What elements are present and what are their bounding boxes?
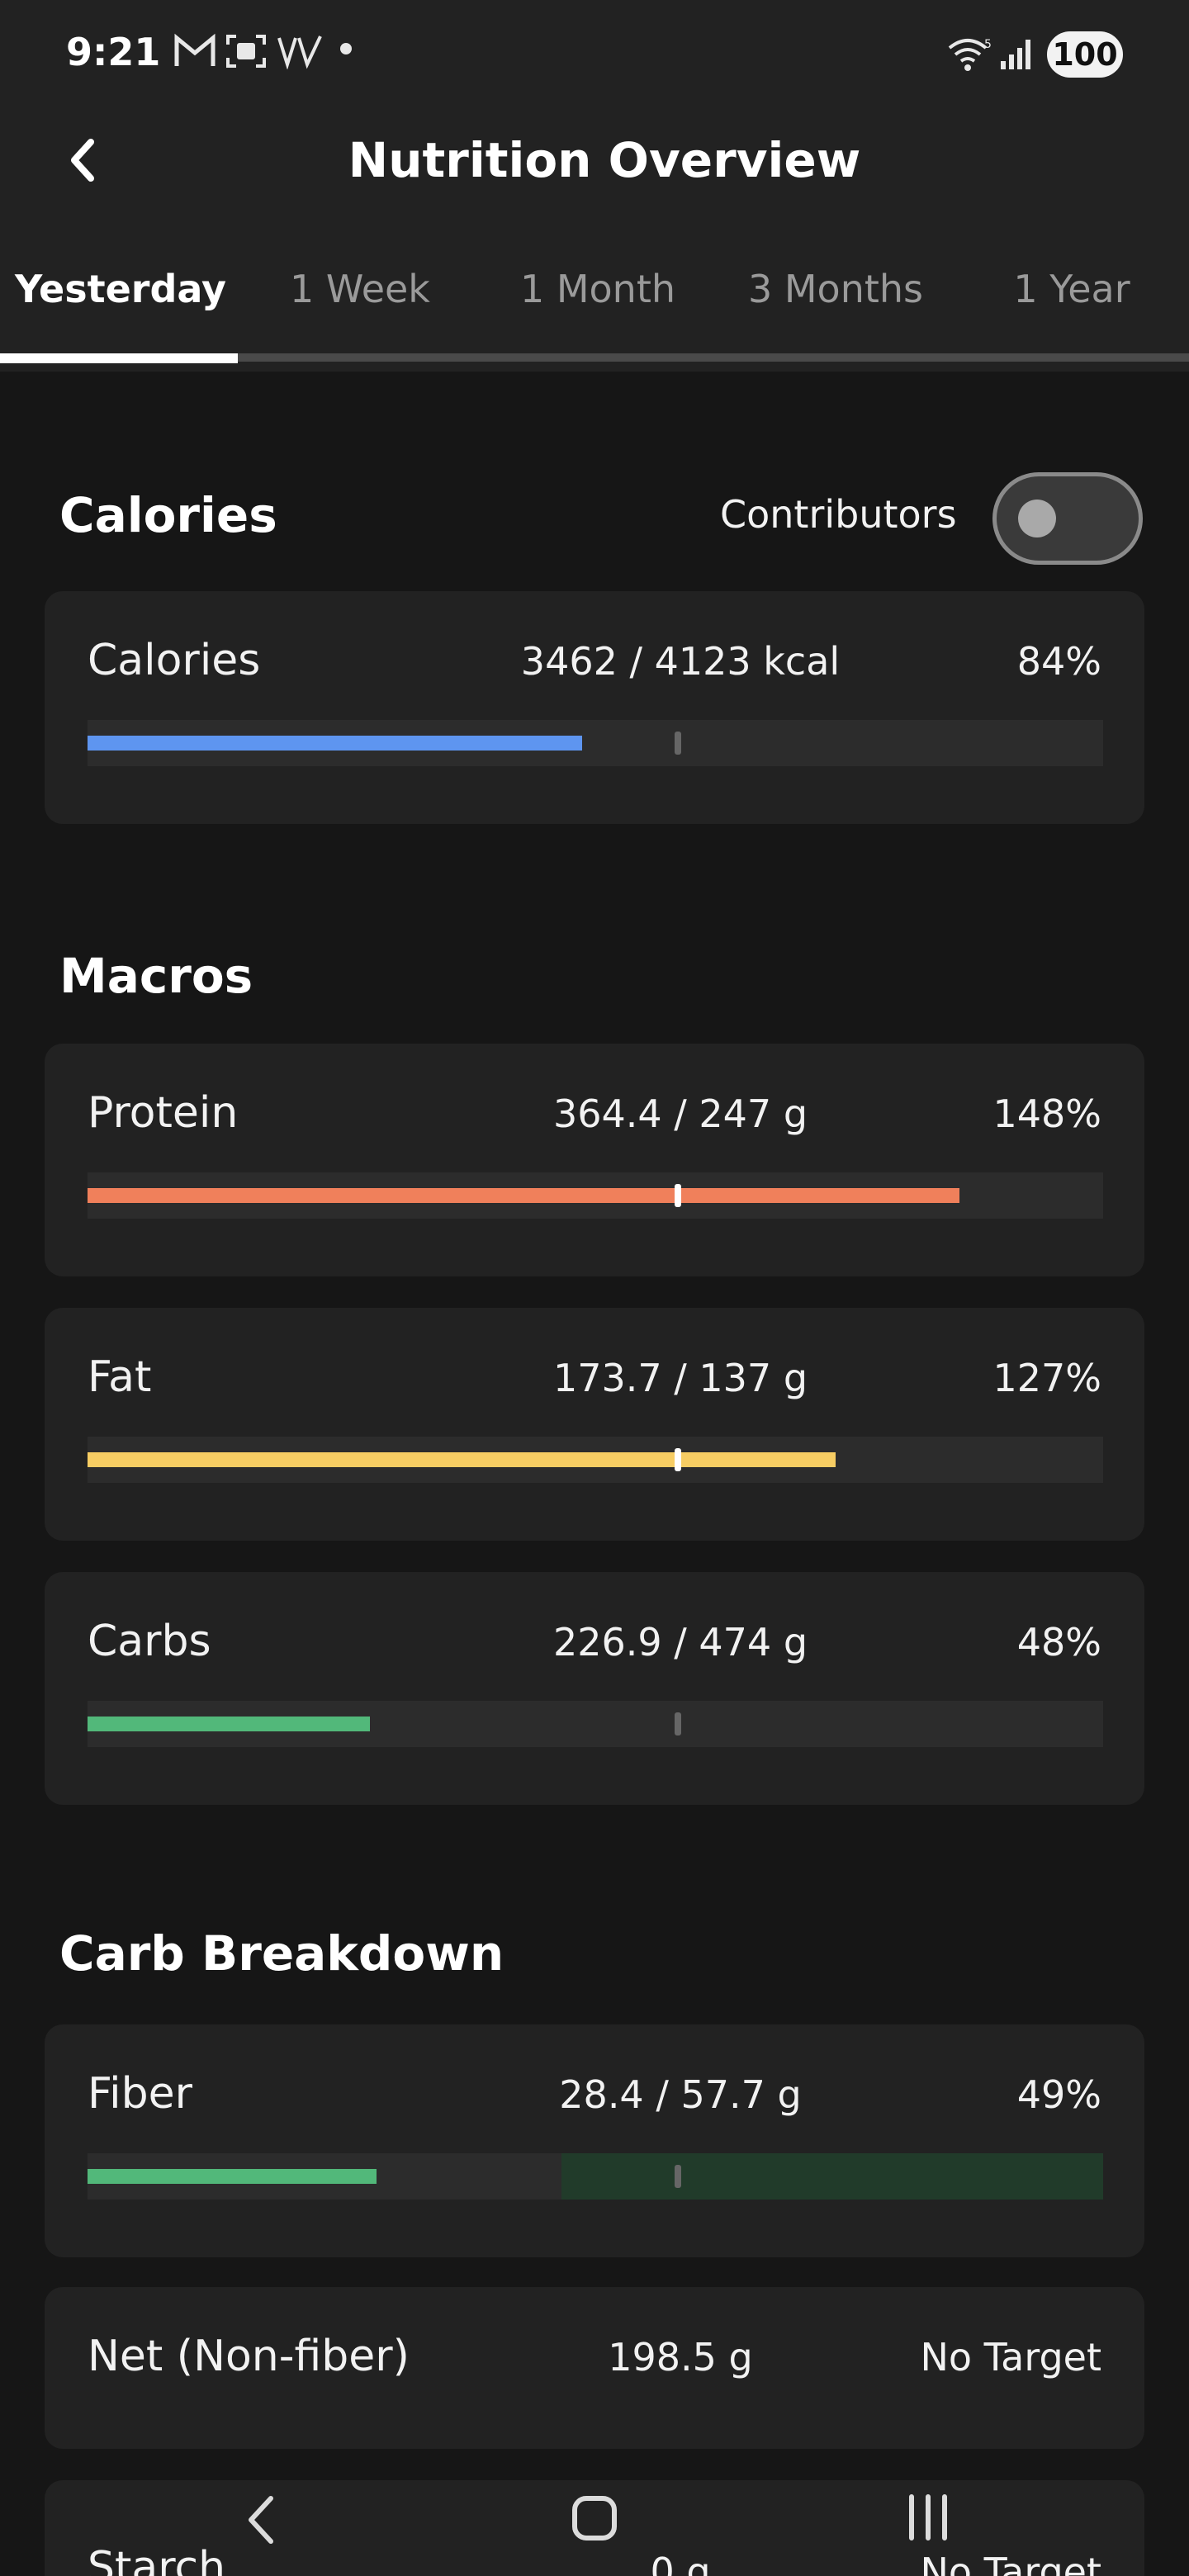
notification-dot: [340, 43, 352, 54]
progress-track: [88, 720, 1103, 766]
target-marker: [675, 1184, 681, 1207]
tab-yesterday[interactable]: Yesterday: [0, 248, 241, 330]
nutrient-percent: 48%: [1016, 1620, 1101, 1664]
nav-recents-icon: [909, 2494, 947, 2540]
cell-signal-icon: [999, 36, 1037, 82]
page-title: Nutrition Overview: [348, 132, 861, 188]
nav-home-icon: [572, 2496, 617, 2540]
app-header: Nutrition Overview Yesterday 1 Week 1 Mo…: [0, 107, 1189, 372]
status-time: 9:21: [66, 30, 161, 74]
tab-active-indicator: [0, 353, 238, 363]
carb-breakdown-section-title: Carb Breakdown: [59, 1925, 504, 1982]
target-range-zone: [561, 2153, 1103, 2200]
gmail-icon: [173, 33, 216, 78]
progress-fill: [88, 2169, 377, 2184]
calories-card[interactable]: Calories 3462 / 4123 kcal 84%: [45, 591, 1144, 824]
nutrition-overview-screen: 9:21 5 100 Nutrition Overview Yesterday …: [0, 0, 1189, 2576]
target-marker: [675, 1448, 681, 1471]
progress-track: [88, 1437, 1103, 1483]
tab-3-months[interactable]: 3 Months: [717, 248, 955, 330]
progress-track: [88, 1172, 1103, 1219]
progress-track: [88, 2153, 1103, 2200]
screenshot-icon: [225, 33, 268, 78]
nav-home-button[interactable]: [545, 2487, 644, 2553]
carbs-card[interactable]: Carbs 226.9 / 474 g 48%: [45, 1572, 1144, 1805]
tab-1-year[interactable]: 1 Year: [955, 248, 1189, 330]
status-bar: 9:21 5 100: [0, 0, 1189, 107]
nutrient-percent: 148%: [992, 1091, 1101, 1136]
target-marker: [675, 1712, 681, 1735]
nutrient-percent: No Target: [920, 2335, 1102, 2379]
calories-section-title: Calories: [59, 487, 277, 543]
fat-card[interactable]: Fat 173.7 / 137 g 127%: [45, 1308, 1144, 1541]
tab-1-month[interactable]: 1 Month: [479, 248, 717, 330]
nav-back-button[interactable]: [213, 2487, 312, 2553]
system-nav-bar: [0, 2469, 1189, 2576]
progress-fill: [88, 1452, 836, 1467]
contributors-label: Contributors: [720, 492, 957, 537]
progress-fill: [88, 1717, 370, 1731]
tab-1-week[interactable]: 1 Week: [241, 248, 479, 330]
fiber-card[interactable]: Fiber 28.4 / 57.7 g 49%: [45, 2024, 1144, 2257]
target-marker: [675, 2165, 681, 2188]
period-tabs: Yesterday 1 Week 1 Month 3 Months 1 Year: [0, 248, 1189, 330]
battery-indicator: 100: [1047, 31, 1123, 78]
nutrient-percent: 127%: [992, 1356, 1101, 1400]
progress-track: [88, 1701, 1103, 1747]
nutrient-percent: 84%: [1016, 639, 1101, 684]
progress-fill: [88, 1188, 959, 1203]
svg-text:5: 5: [984, 38, 992, 51]
toggle-knob: [1018, 500, 1056, 537]
progress-fill: [88, 736, 582, 751]
macros-section-title: Macros: [59, 948, 253, 1004]
nutrient-percent: 49%: [1016, 2072, 1101, 2117]
contributors-toggle[interactable]: [992, 472, 1143, 565]
wifi-icon: 5: [946, 36, 994, 82]
target-marker: [675, 732, 681, 755]
nav-back-icon: [249, 2496, 273, 2544]
app-icon: [276, 33, 324, 78]
protein-card[interactable]: Protein 364.4 / 247 g 148%: [45, 1044, 1144, 1276]
nav-recents-button[interactable]: [879, 2487, 978, 2553]
net-carbs-card[interactable]: Net (Non-fiber) 198.5 g No Target: [45, 2287, 1144, 2449]
